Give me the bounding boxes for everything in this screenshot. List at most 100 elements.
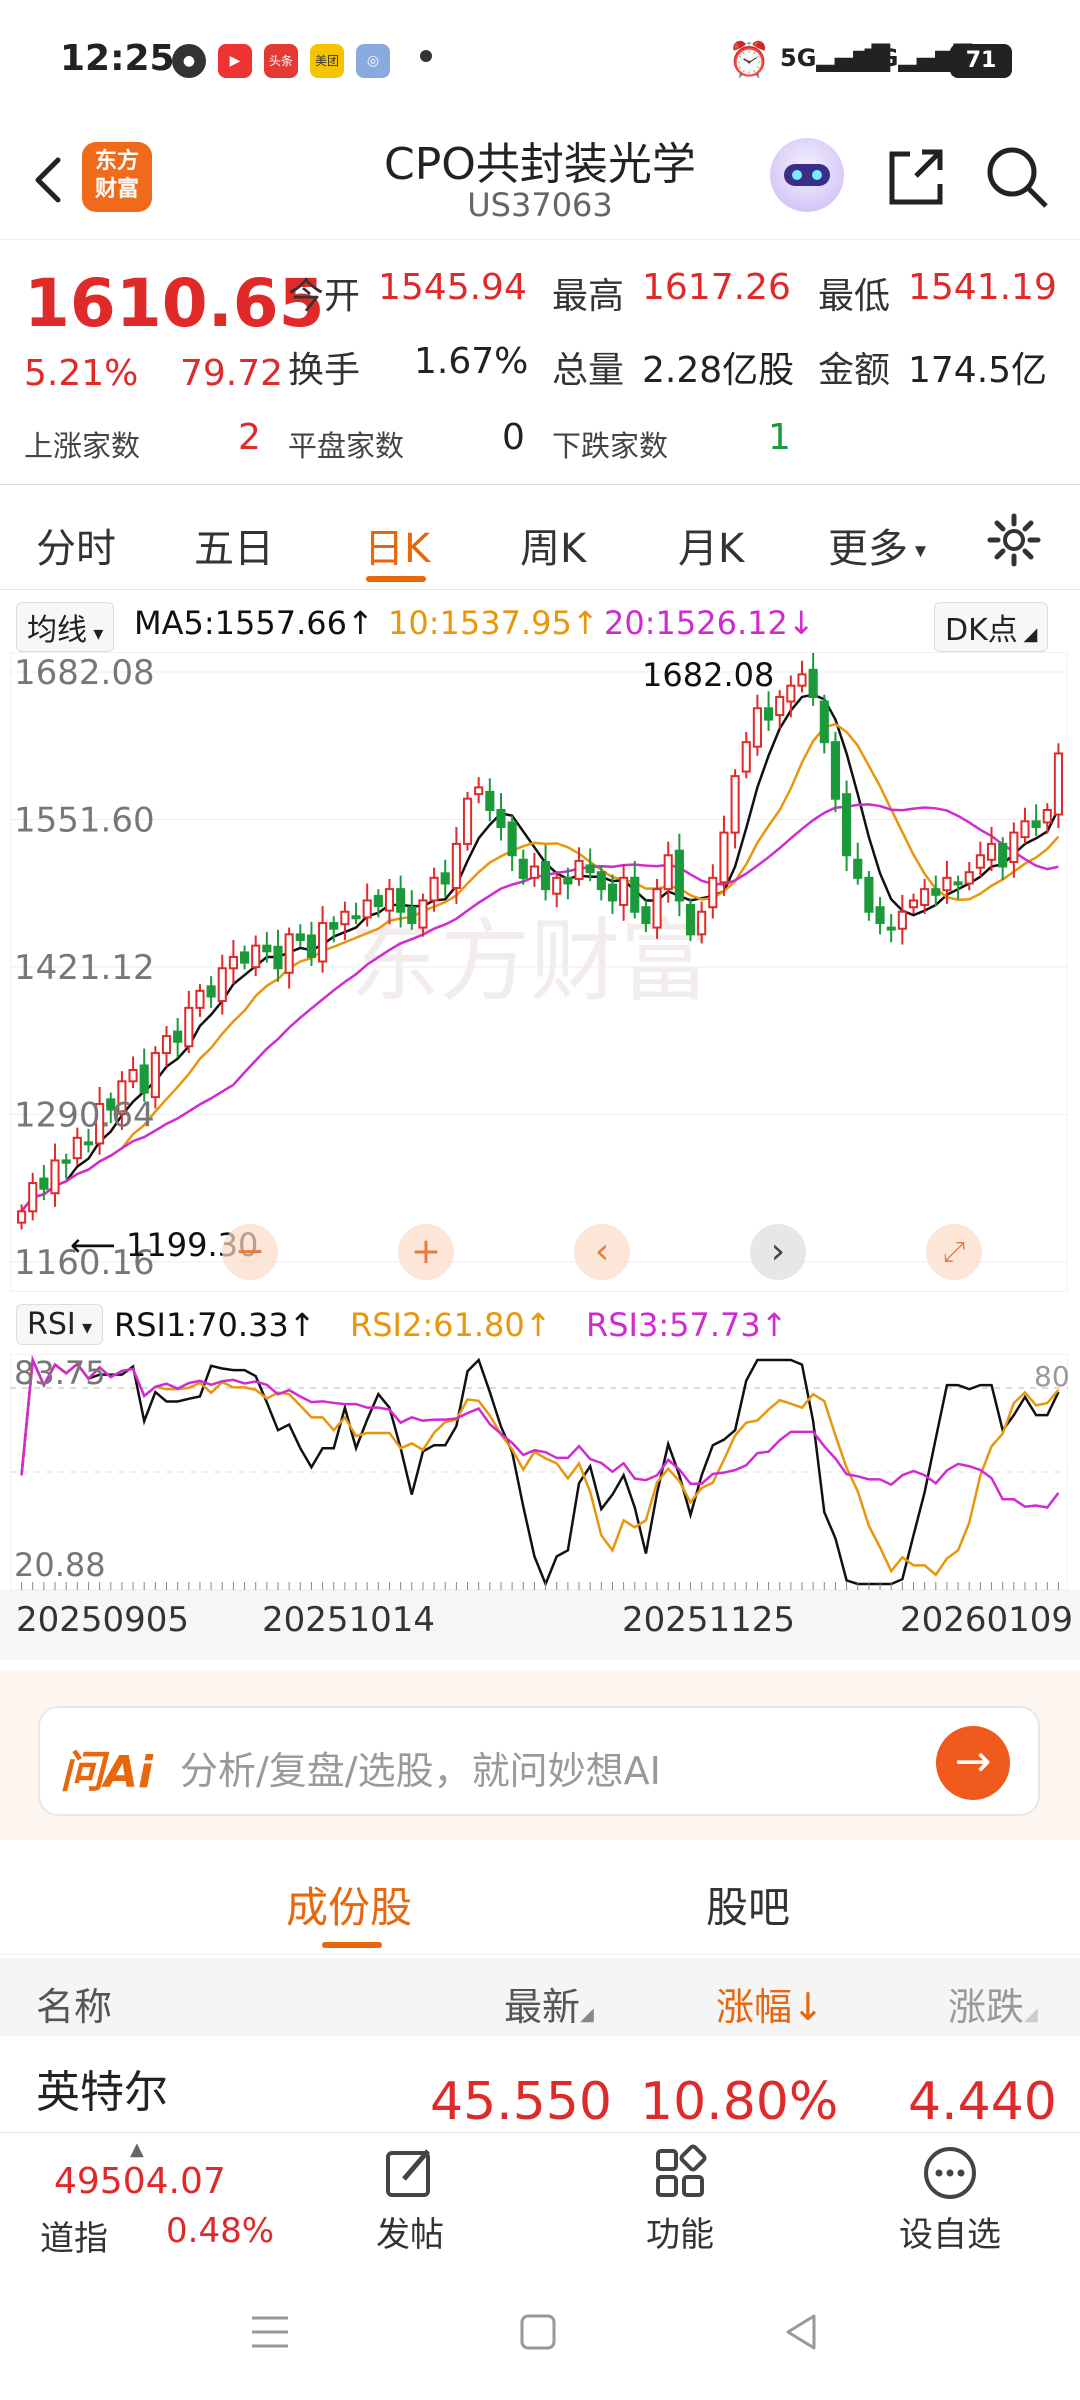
candle	[630, 876, 640, 913]
ma10-value: 10:1537.95↑	[388, 604, 599, 642]
candle	[485, 790, 495, 812]
stock-latest: 45.550	[430, 2072, 612, 2132]
candle	[1042, 809, 1052, 824]
candle	[295, 933, 305, 942]
candle	[28, 1182, 38, 1213]
tab-five-day[interactable]: 五日	[194, 516, 274, 574]
candle	[329, 922, 339, 930]
dk-point-button[interactable]: DK点 ◢	[934, 602, 1049, 652]
scroll-right-button[interactable]: ›	[750, 1224, 806, 1280]
rsi-chart[interactable]: 83.75 20.88 80	[10, 1354, 1068, 1590]
candle	[853, 858, 863, 879]
functions-button[interactable]: 功能	[620, 2133, 740, 2271]
candle	[819, 700, 829, 744]
back-nav-icon[interactable]	[780, 2310, 824, 2354]
turnover-value: 1.67%	[414, 341, 529, 382]
stock-code: US37063	[467, 186, 613, 224]
candle	[384, 888, 395, 912]
rsi-legend: RSI ▾ RSI1:70.33↑ RSI2:61.80↑ RSI3:57.73…	[0, 1296, 1080, 1352]
candle	[39, 1177, 49, 1190]
tab-forum[interactable]: 股吧	[706, 1874, 790, 1935]
chart-settings-button[interactable]	[986, 512, 1042, 572]
ma5-value: MA5:1557.66↑	[134, 604, 374, 642]
candle	[808, 668, 818, 698]
ma-legend: 均线 ▾ MA5:1557.66↑ 10:1537.95↑ 20:1526.12…	[0, 596, 1080, 652]
system-nav-bar	[0, 2270, 1080, 2400]
tab-weekly-k[interactable]: 周K	[520, 516, 586, 574]
up-count-label: 上涨家数	[24, 429, 141, 463]
last-price: 1610.65	[24, 265, 325, 342]
high-label: 最高	[552, 276, 625, 317]
tab-underline	[322, 1942, 382, 1948]
candle	[518, 858, 528, 879]
candle	[128, 1069, 138, 1083]
high-value: 1617.26	[642, 267, 791, 308]
gear-icon	[987, 513, 1041, 567]
zoom-in-button[interactable]: +	[398, 1224, 454, 1280]
wechat-icon: ●	[172, 44, 206, 78]
candle	[574, 859, 584, 880]
date-label: 20260109	[900, 1600, 1074, 1640]
candle	[72, 1136, 82, 1160]
tab-intraday[interactable]: 分时	[36, 516, 116, 574]
candle	[585, 864, 595, 874]
candle	[306, 934, 317, 958]
add-watchlist-button[interactable]: 设自选	[880, 2133, 1020, 2271]
candle	[708, 876, 718, 909]
ai-input[interactable]: 问Ai 分析/复盘/选股，就问妙想AI →	[38, 1706, 1040, 1816]
rsi-selector[interactable]: RSI ▾	[16, 1304, 104, 1345]
tab-daily-k[interactable]: 日K	[364, 516, 430, 574]
candle	[786, 684, 796, 703]
search-button[interactable]	[982, 142, 1052, 212]
ma-selector[interactable]: 均线 ▾	[16, 602, 115, 652]
candle	[407, 906, 417, 925]
candle	[462, 797, 473, 845]
stock-change: 4.440	[908, 2072, 1057, 2132]
candle	[1031, 820, 1041, 828]
date-label: 20250905	[16, 1600, 190, 1640]
share-icon	[889, 149, 943, 205]
candle	[206, 985, 216, 998]
zoom-out-button[interactable]: −	[222, 1224, 278, 1280]
ai-assistant-icon[interactable]	[770, 138, 844, 212]
change-percent: 5.21%	[24, 353, 139, 394]
quote-panel: 1610.65 5.21% 79.72 今开 1545.94 最高 1617.2…	[0, 245, 1080, 485]
fullscreen-button[interactable]: ⤢	[926, 1224, 982, 1280]
y-tick-label: 1290.64	[14, 1096, 155, 1136]
date-axis: 20250905 20251014 20251125 20260109	[0, 1590, 1080, 1660]
open-value: 1545.94	[378, 267, 527, 308]
back-button[interactable]	[20, 150, 80, 210]
candle	[440, 872, 450, 885]
candle	[273, 945, 283, 970]
candle	[830, 741, 841, 800]
tab-more[interactable]: 更多 ▾	[828, 516, 926, 574]
table-row[interactable]: 英特尔 45.550 10.80% 4.440	[0, 2036, 1080, 2136]
candle	[1020, 820, 1030, 839]
scroll-left-button[interactable]: ‹	[574, 1224, 630, 1280]
candle	[318, 922, 328, 963]
y-tick-label: 1551.60	[14, 801, 155, 841]
candle	[886, 926, 896, 931]
index-ticker[interactable]: ▲ 49504.07 道指 0.48%	[20, 2133, 280, 2271]
candle	[239, 951, 250, 964]
candle	[663, 854, 673, 891]
low-value: 1541.19	[908, 267, 1057, 308]
eastmoney-logo: 东方 财富	[82, 142, 152, 212]
candlestick-chart[interactable]: 东方财富 1682.081551.601421.121290.641160.16…	[10, 652, 1068, 1292]
col-latest[interactable]: 最新◢	[504, 1976, 594, 2031]
col-change-pct[interactable]: 涨幅↓	[716, 1976, 824, 2031]
col-name[interactable]: 名称	[36, 1976, 112, 2031]
col-change[interactable]: 涨跌◢	[948, 1976, 1038, 2031]
menu-icon[interactable]	[248, 2310, 292, 2354]
post-button[interactable]: 发帖	[350, 2133, 470, 2271]
tab-monthly-k[interactable]: 月K	[678, 516, 744, 574]
share-button[interactable]	[880, 142, 950, 212]
candle	[1009, 831, 1019, 864]
ai-send-button[interactable]: →	[936, 1726, 1010, 1800]
candle	[139, 1064, 149, 1094]
tab-constituents[interactable]: 成份股	[286, 1874, 412, 1935]
home-icon[interactable]	[516, 2310, 560, 2354]
down-count-label: 下跌家数	[552, 429, 669, 463]
candle	[351, 915, 361, 920]
caret-up-icon: ▲	[130, 2139, 144, 2160]
